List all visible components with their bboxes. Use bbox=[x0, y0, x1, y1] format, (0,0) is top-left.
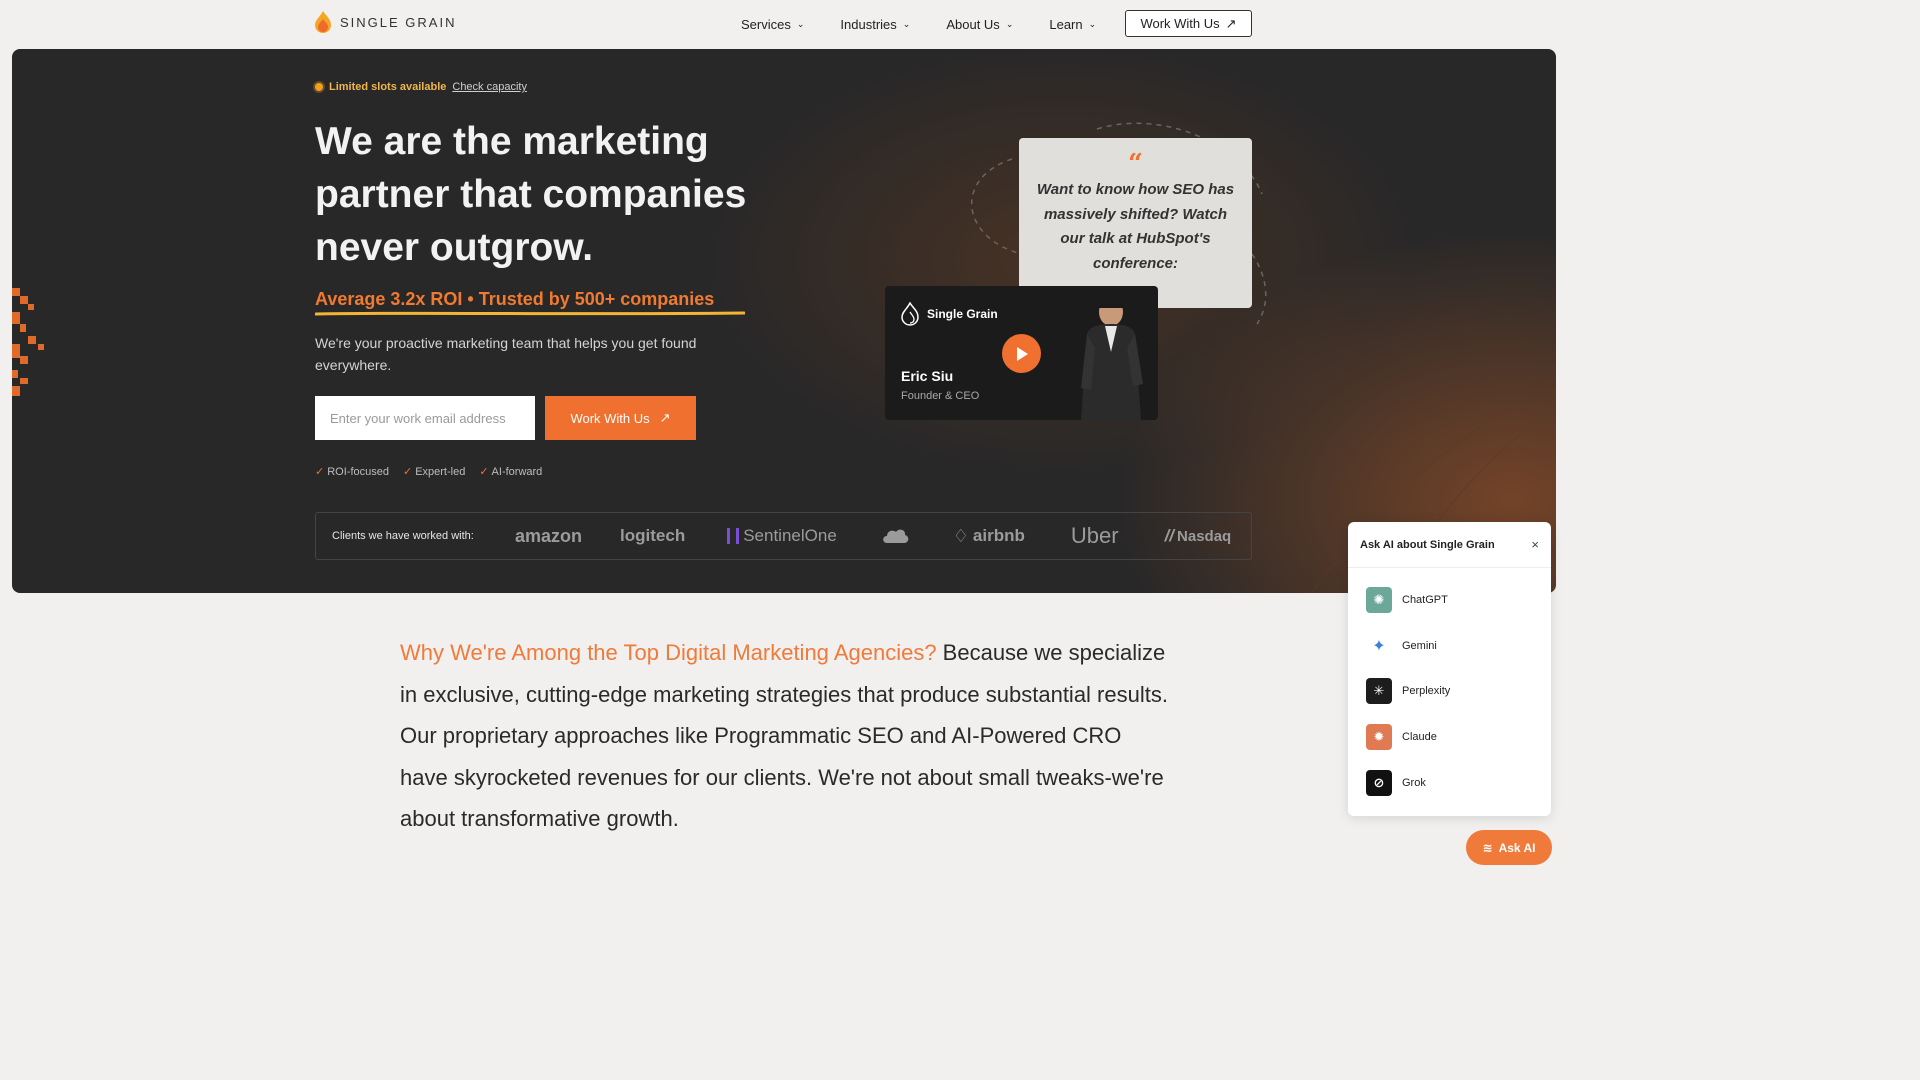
ask-ai-button[interactable]: ≋ Ask AI bbox=[1466, 830, 1552, 865]
nav-item-about[interactable]: About Us ⌄ bbox=[946, 17, 1013, 32]
clients-bar: Clients we have worked with: amazon logi… bbox=[315, 512, 1252, 560]
ask-ai-panel: Ask AI about Single Grain × ✺ ChatGPT ✦ … bbox=[1348, 522, 1551, 816]
nav-label: Industries bbox=[840, 16, 897, 32]
uber-logo: Uber bbox=[1070, 523, 1119, 548]
claude-icon: ✹ bbox=[1366, 724, 1392, 750]
chatgpt-icon: ✺ bbox=[1366, 587, 1392, 613]
hero-description: We're your proactive marketing team that… bbox=[315, 335, 697, 373]
ask-ai-item-claude[interactable]: ✹ Claude bbox=[1366, 724, 1437, 750]
ask-ai-item-perplexity[interactable]: ✳ Perplexity bbox=[1366, 678, 1450, 704]
ask-ai-item-gemini[interactable]: ✦ Gemini bbox=[1366, 633, 1437, 659]
why-us-heading: Why We're Among the Top Digital Marketin… bbox=[400, 640, 937, 665]
chevron-down-icon: ⌄ bbox=[902, 18, 911, 29]
quote-icon: “ bbox=[1128, 149, 1143, 179]
nav-menu: Services ⌄ Industries ⌄ About Us ⌄ Learn ⌄ bbox=[741, 0, 1132, 48]
arrow-up-right-icon: ↗ bbox=[659, 410, 671, 425]
ai-item-label: Grok bbox=[1402, 777, 1426, 789]
nasdaq-text: Nasdaq bbox=[1177, 527, 1232, 545]
hero-section: Limited slots available Check capacity W… bbox=[12, 49, 1556, 593]
nasdaq-mark-icon: // bbox=[1164, 526, 1175, 545]
ai-item-label: ChatGPT bbox=[1402, 594, 1448, 606]
speaker-role: Founder & CEO bbox=[901, 390, 980, 402]
grok-icon: ⊘ bbox=[1366, 770, 1392, 796]
chevron-down-icon: ⌄ bbox=[796, 18, 805, 29]
nav-label: Services bbox=[741, 16, 791, 32]
arrow-up-right-icon: ↗ bbox=[1225, 15, 1237, 31]
ask-ai-button-label: Ask AI bbox=[1498, 840, 1536, 855]
hero-cta-label: Work With Us bbox=[570, 410, 650, 426]
ask-ai-item-grok[interactable]: ⊘ Grok bbox=[1366, 770, 1426, 796]
check-item: ✓ AI-forward bbox=[479, 465, 542, 478]
nav-item-industries[interactable]: Industries ⌄ bbox=[840, 17, 910, 32]
why-us-paragraph: Why We're Among the Top Digital Marketin… bbox=[400, 632, 1170, 840]
ask-ai-item-chatgpt[interactable]: ✺ ChatGPT bbox=[1366, 587, 1448, 613]
flame-logo-icon bbox=[901, 302, 919, 326]
nasdaq-logo: // Nasdaq bbox=[1165, 526, 1232, 546]
ask-ai-header: Ask AI about Single Grain × bbox=[1348, 522, 1551, 568]
ai-item-label: Gemini bbox=[1402, 640, 1437, 652]
roi-highlight: Average 3.2x ROI • Trusted by 500+ compa… bbox=[315, 289, 715, 309]
check-label: Expert-led bbox=[415, 466, 466, 478]
hero-work-with-us-button[interactable]: Work With Us ↗ bbox=[545, 396, 696, 440]
perplexity-icon: ✳ bbox=[1366, 678, 1392, 704]
sentinelone-logo: SentinelOne bbox=[727, 526, 837, 546]
nav-cta-label: Work With Us bbox=[1140, 16, 1220, 31]
flame-logo-icon bbox=[315, 11, 331, 33]
quote-card: “ Want to know how SEO has massively shi… bbox=[1019, 138, 1252, 308]
brand-name: SINGLE GRAIN bbox=[340, 14, 457, 30]
checkmark-icon: ✓ bbox=[402, 466, 413, 478]
video-brand: Single Grain bbox=[901, 302, 998, 326]
salesforce-logo bbox=[881, 527, 909, 545]
check-capacity-link[interactable]: Check capacity bbox=[452, 81, 527, 93]
close-icon[interactable]: × bbox=[1531, 537, 1539, 552]
roi-underline-stroke bbox=[315, 311, 745, 316]
sentinelone-mark-icon bbox=[727, 528, 740, 544]
nav-label: About Us bbox=[946, 16, 1000, 32]
video-card[interactable]: Single Grain Eric Siu Founder & CEO bbox=[885, 286, 1158, 420]
feature-checks: ✓ ROI-focused ✓ Expert-led ✓ AI-forward bbox=[315, 465, 542, 478]
speaker-name: Eric Siu bbox=[901, 368, 954, 384]
chevron-down-icon: ⌄ bbox=[1005, 18, 1014, 29]
limited-slots-notice: Limited slots available Check capacity bbox=[315, 81, 527, 93]
amazon-logo: amazon bbox=[515, 525, 583, 546]
play-icon bbox=[1016, 346, 1028, 361]
check-item: ✓ ROI-focused bbox=[315, 465, 389, 478]
play-button[interactable] bbox=[1002, 334, 1041, 373]
check-label: AI-forward bbox=[491, 466, 543, 478]
chevron-down-icon: ⌄ bbox=[1088, 18, 1097, 29]
layers-icon: ≋ bbox=[1482, 840, 1493, 855]
check-item: ✓ Expert-led bbox=[403, 465, 465, 478]
airbnb-text: airbnb bbox=[972, 526, 1025, 545]
ask-ai-title: Ask AI about Single Grain bbox=[1360, 538, 1495, 551]
hero-title: We are the marketing partner that compan… bbox=[315, 120, 747, 269]
video-brand-name: Single Grain bbox=[927, 307, 998, 321]
airbnb-mark-icon: ♢ bbox=[952, 525, 969, 546]
ai-item-label: Perplexity bbox=[1402, 685, 1451, 697]
ai-item-label: Claude bbox=[1402, 731, 1437, 743]
top-nav: SINGLE GRAIN Services ⌄ Industries ⌄ About… bbox=[0, 0, 1568, 48]
nav-label: Learn bbox=[1049, 16, 1083, 32]
logitech-logo: logitech bbox=[620, 526, 686, 545]
why-us-body: Because we specialize in exclusive, cutt… bbox=[400, 640, 1168, 832]
slots-text: Limited slots available bbox=[329, 81, 447, 93]
airbnb-logo: ♢ airbnb bbox=[953, 526, 1025, 547]
nav-work-with-us-button[interactable]: Work With Us ↗ bbox=[1125, 10, 1252, 37]
status-dot-icon bbox=[315, 83, 323, 91]
nav-item-services[interactable]: Services ⌄ bbox=[741, 17, 804, 32]
clients-label: Clients we have worked with: bbox=[332, 530, 474, 542]
check-label: ROI-focused bbox=[327, 466, 389, 478]
nav-item-learn[interactable]: Learn ⌄ bbox=[1049, 17, 1096, 32]
work-email-input[interactable] bbox=[315, 396, 535, 440]
brand-logo[interactable]: SINGLE GRAIN bbox=[314, 10, 456, 34]
speaker-photo bbox=[1081, 296, 1143, 420]
sentinelone-text: SentinelOne bbox=[743, 526, 837, 545]
checkmark-icon: ✓ bbox=[479, 466, 489, 478]
checkmark-icon: ✓ bbox=[315, 466, 325, 478]
salesforce-cloud-icon bbox=[883, 529, 909, 543]
gemini-icon: ✦ bbox=[1366, 633, 1392, 659]
quote-text: Want to know how SEO has massively shift… bbox=[1036, 181, 1235, 272]
